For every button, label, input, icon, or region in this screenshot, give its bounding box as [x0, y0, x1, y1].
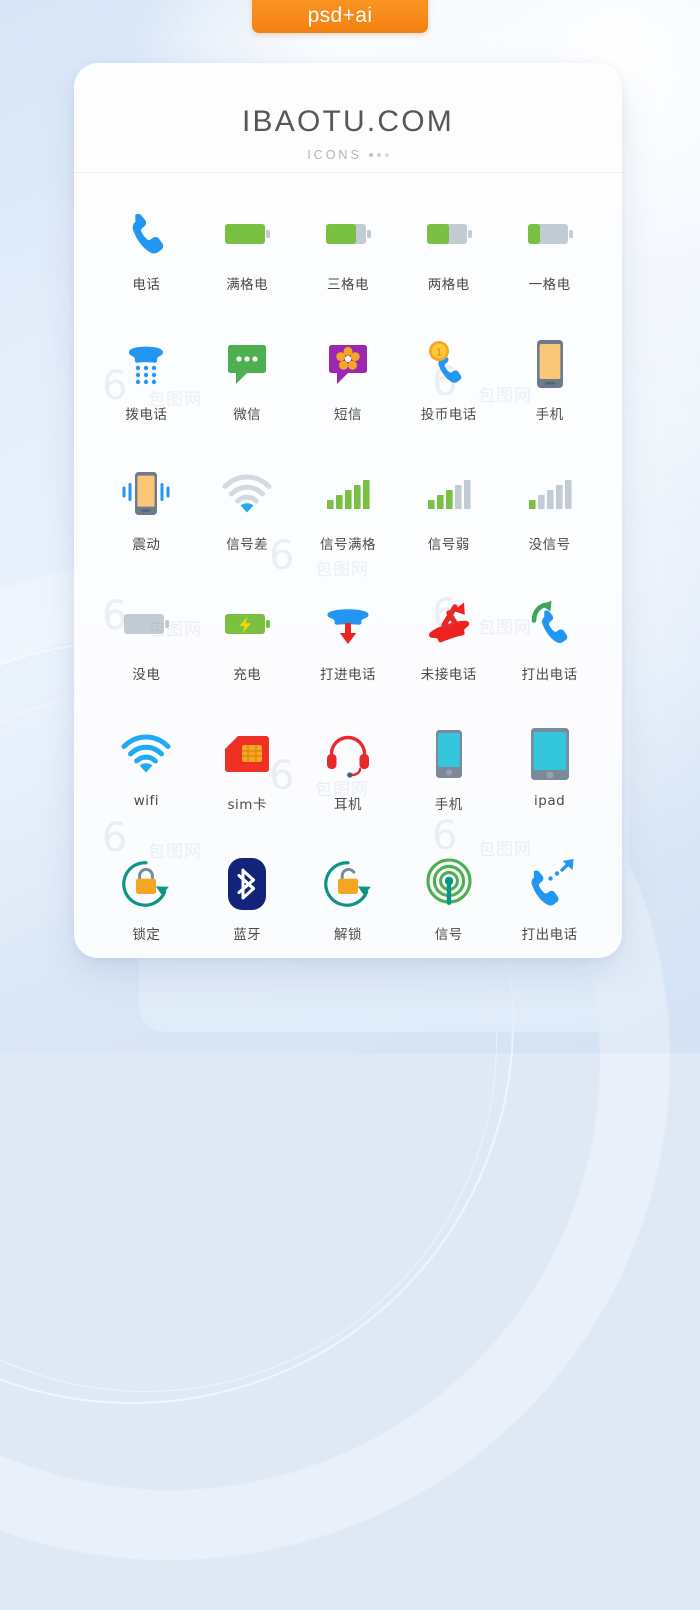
call-incoming-icon — [317, 593, 379, 655]
lock-open-icon — [317, 853, 379, 915]
tablet-icon — [519, 723, 581, 785]
icon-label: 没信号 — [528, 537, 571, 553]
icon-label: 信号差 — [226, 537, 269, 553]
icon-label: 一格电 — [528, 277, 571, 293]
battery-full-icon — [216, 203, 278, 265]
vibrate-phone-icon — [115, 463, 177, 525]
icon-cell-payphone[interactable]: 1 投币电话 — [398, 333, 499, 445]
icon-cell-signal-full[interactable]: 信号满格 — [298, 463, 399, 575]
icon-label: 三格电 — [326, 277, 369, 293]
icon-cell-bluetooth[interactable]: 蓝牙 — [197, 853, 298, 958]
dots-icon — [368, 153, 389, 157]
headset-icon — [317, 723, 379, 785]
icon-label: 两格电 — [427, 277, 470, 293]
signal-bars-weak-icon — [418, 463, 480, 525]
icon-cell-charging[interactable]: 充电 — [197, 593, 298, 705]
icon-label: sim卡 — [227, 797, 267, 813]
icon-cell-wechat[interactable]: 微信 — [197, 333, 298, 445]
icon-label: 锁定 — [132, 927, 161, 943]
icon-cell-battery-one[interactable]: 一格电 — [499, 203, 600, 315]
message-flower-icon — [317, 333, 379, 395]
phone-handset-icon — [115, 203, 177, 265]
sim-card-icon — [216, 723, 278, 785]
battery-charging-icon — [216, 593, 278, 655]
icon-label: 打进电话 — [319, 667, 376, 683]
icon-cell-mobile-orange[interactable]: 手机 — [499, 333, 600, 445]
smartphone-orange-icon — [519, 333, 581, 395]
broadcast-tower-icon — [418, 853, 480, 915]
icon-label: 信号满格 — [319, 537, 376, 553]
icon-cell-battery-empty[interactable]: 没电 — [96, 593, 197, 705]
icon-label: 蓝牙 — [233, 927, 262, 943]
icon-cell-mobile-cyan[interactable]: 手机 — [398, 723, 499, 835]
smartphone-cyan-icon — [418, 723, 480, 785]
icon-cell-call-missed[interactable]: 未接电话 — [398, 593, 499, 705]
icon-cell-battery-three[interactable]: 三格电 — [298, 203, 399, 315]
wifi-weak-icon — [216, 463, 278, 525]
icon-cell-ipad[interactable]: ipad — [499, 723, 600, 835]
icon-cell-battery-two[interactable]: 两格电 — [398, 203, 499, 315]
icon-cell-dial-phone[interactable]: 拨电话 — [96, 333, 197, 445]
icon-cell-no-signal[interactable]: 没信号 — [499, 463, 600, 575]
icon-label: 耳机 — [333, 797, 362, 813]
icon-cell-sms[interactable]: 短信 — [298, 333, 399, 445]
icon-label: 充电 — [233, 667, 262, 683]
icon-cell-signal[interactable]: 信号 — [398, 853, 499, 958]
icon-label: 打出电话 — [521, 667, 578, 683]
call-outgoing-arrow-icon — [519, 853, 581, 915]
icon-label: 解锁 — [333, 927, 362, 943]
signal-bars-full-icon — [317, 463, 379, 525]
icon-cell-call-outgoing[interactable]: 打出电话 — [499, 593, 600, 705]
dial-pad-phone-icon — [115, 333, 177, 395]
svg-text:1: 1 — [436, 347, 442, 358]
icon-grid: 电话 满格电 三格电 两格电 一格电 拨电话 微信 短信 1 投币电话 手机 震… — [74, 173, 622, 958]
icon-cell-sim[interactable]: sim卡 — [197, 723, 298, 835]
icon-cell-unlock[interactable]: 解锁 — [298, 853, 399, 958]
icon-label: 打出电话 — [521, 927, 578, 943]
icon-set-card: IBAOTU.COM ICONS 电话 满格电 三格电 两格电 一格电 拨电话 — [74, 63, 622, 958]
icon-label: 手机 — [535, 407, 564, 423]
icon-label: 微信 — [233, 407, 262, 423]
call-missed-icon — [418, 593, 480, 655]
page-subtitle: ICONS — [307, 148, 362, 162]
coin-phone-icon: 1 — [418, 333, 480, 395]
psd-ai-badge: psd+ai — [252, 0, 428, 33]
icon-label: 满格电 — [226, 277, 269, 293]
card-header: IBAOTU.COM ICONS — [74, 63, 622, 173]
page-title: IBAOTU.COM — [241, 105, 454, 138]
icon-label: 投币电话 — [420, 407, 477, 423]
icon-cell-lock[interactable]: 锁定 — [96, 853, 197, 958]
battery-half-icon — [418, 203, 480, 265]
icon-cell-phone[interactable]: 电话 — [96, 203, 197, 315]
icon-label: 拨电话 — [125, 407, 168, 423]
icon-label: 手机 — [434, 797, 463, 813]
battery-low-icon — [519, 203, 581, 265]
call-outgoing-icon — [519, 593, 581, 655]
icon-label: 信号弱 — [427, 537, 470, 553]
icon-cell-call-incoming[interactable]: 打进电话 — [298, 593, 399, 705]
signal-bars-none-icon — [519, 463, 581, 525]
icon-label: 短信 — [333, 407, 362, 423]
battery-empty-icon — [115, 593, 177, 655]
icon-label: ipad — [534, 793, 566, 809]
bluetooth-icon — [216, 853, 278, 915]
icon-label: 没电 — [132, 667, 161, 683]
chat-bubble-icon — [216, 333, 278, 395]
icon-cell-call-out-2[interactable]: 打出电话 — [499, 853, 600, 958]
icon-label: 震动 — [132, 537, 161, 553]
lock-closed-icon — [115, 853, 177, 915]
icon-cell-headset[interactable]: 耳机 — [298, 723, 399, 835]
battery-three-quarter-icon — [317, 203, 379, 265]
icon-label: 信号 — [434, 927, 463, 943]
icon-cell-vibrate[interactable]: 震动 — [96, 463, 197, 575]
subtitle-row: ICONS — [74, 148, 622, 162]
icon-label: wifi — [133, 793, 160, 809]
icon-cell-battery-full[interactable]: 满格电 — [197, 203, 298, 315]
icon-cell-wifi[interactable]: wifi — [96, 723, 197, 835]
wifi-full-icon — [115, 723, 177, 785]
icon-label: 未接电话 — [420, 667, 477, 683]
icon-cell-signal-poor[interactable]: 信号差 — [197, 463, 298, 575]
icon-cell-signal-weak[interactable]: 信号弱 — [398, 463, 499, 575]
icon-label: 电话 — [132, 277, 161, 293]
